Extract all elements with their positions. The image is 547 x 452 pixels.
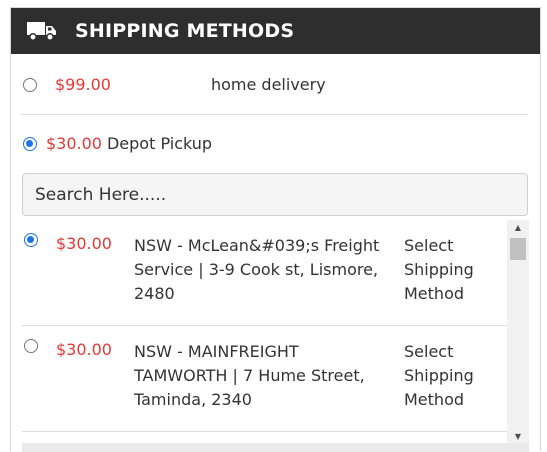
depot-pickup-price: $30.00 [46,134,102,153]
scroll-down-arrow-icon[interactable]: ▼ [507,429,529,443]
shipping-methods-panel: SHIPPING METHODS $99.00 home delivery $3… [10,7,541,452]
depot-price: $30.00 [56,340,112,359]
depot-pickup-label: Depot Pickup [106,134,213,153]
depot-address: NSW - McLean&#039;s Freight Service | 3-… [134,236,380,303]
depot-radio[interactable] [24,339,38,353]
home-delivery-price: $99.00 [55,75,111,94]
panel-header: SHIPPING METHODS [11,8,540,54]
divider [21,114,528,115]
list-item[interactable]: $30.00 NSW - MAINFREIGHT TAMWORTH | 7 Hu… [22,326,517,432]
home-delivery-label: home delivery [210,75,326,94]
depot-pickup-radio[interactable] [23,136,37,151]
depot-search-input[interactable]: Search Here..... [22,173,528,216]
list-item[interactable]: $30.00 NSW - McLean&#039;s Freight Servi… [22,220,517,326]
depot-price: $30.00 [56,234,112,253]
depot-method-label: Select Shipping Method [404,236,474,303]
truck-icon [27,22,56,41]
depot-list-scrollbar[interactable]: ▲ ▼ [507,220,529,443]
depot-method-label: Select Shipping Method [404,342,474,409]
depot-radio[interactable] [24,233,38,247]
option-home-delivery[interactable]: $99.00 home delivery [11,75,540,94]
search-placeholder: Search Here..... [35,184,167,205]
depot-address: NSW - MAINFREIGHT TAMWORTH | 7 Hume Stre… [134,342,365,409]
option-depot-pickup[interactable]: $30.00 Depot Pickup [11,134,540,153]
scroll-up-arrow-icon[interactable]: ▲ [507,220,529,234]
scrollbar-thumb[interactable] [510,238,526,260]
home-delivery-radio[interactable] [23,77,37,92]
depot-list: $30.00 NSW - McLean&#039;s Freight Servi… [22,220,517,443]
panel-title: SHIPPING METHODS [75,20,295,42]
